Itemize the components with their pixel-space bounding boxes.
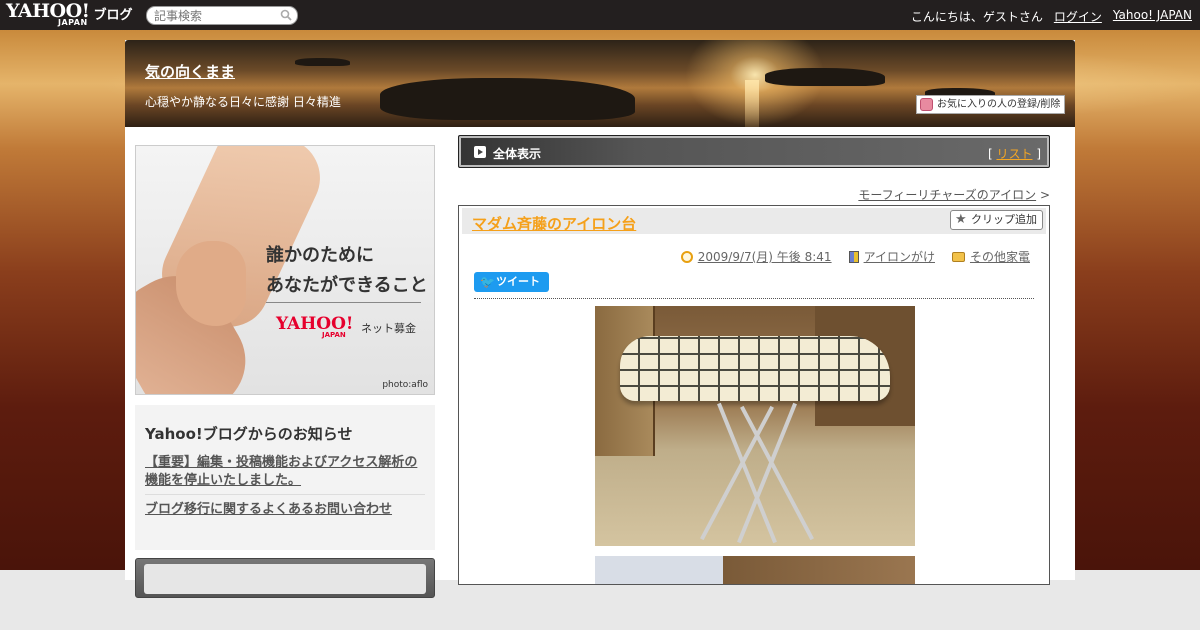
banner-photo-credit: photo:aflo bbox=[382, 380, 428, 390]
top-links: こんにちは、ゲストさん ログイン Yahoo! JAPAN bbox=[911, 8, 1192, 25]
article-divider bbox=[474, 298, 1034, 299]
logo-japan-text: JAPAN bbox=[58, 18, 88, 27]
all-view-label[interactable]: 全体表示 bbox=[493, 145, 541, 162]
article: マダム斉藤のアイロン台 ★ クリップ追加 2009/9/7(月) 午後 8:41… bbox=[458, 205, 1050, 585]
favorite-button-label: お気に入りの人の登録/削除 bbox=[937, 99, 1061, 110]
article-meta: 2009/9/7(月) 午後 8:41 アイロンがけ その他家電 bbox=[680, 248, 1030, 265]
banner-service-name: ネット募金 bbox=[361, 322, 416, 335]
top-bar: YAHOO! JAPAN ブログ こんにちは、ゲストさん ログイン Yahoo!… bbox=[0, 0, 1200, 30]
yahoo-blog-logo[interactable]: YAHOO! JAPAN ブログ bbox=[6, 2, 133, 28]
blog-header: 気の向くまま 心穏やか静なる日々に感謝 日々精進 お気に入りの人の登録/削除 bbox=[125, 40, 1075, 127]
tweet-button[interactable]: 🐦 ツイート bbox=[474, 272, 549, 292]
article-folder-link[interactable]: その他家電 bbox=[970, 248, 1030, 265]
photo-ironing-board bbox=[620, 336, 890, 401]
twitter-bird-icon: 🐦 bbox=[480, 275, 495, 289]
star-icon: ★ bbox=[955, 212, 967, 227]
article-title-bar: マダム斉藤のアイロン台 ★ クリップ追加 bbox=[462, 208, 1046, 234]
blog-news-box: Yahoo!ブログからのお知らせ 【重要】編集・投稿機能およびアクセス解析の機能… bbox=[135, 405, 435, 550]
favorite-register-button[interactable]: お気に入りの人の登録/削除 bbox=[916, 95, 1066, 114]
all-view-bar: 全体表示 [ リスト ] bbox=[458, 135, 1050, 168]
news-divider bbox=[145, 494, 425, 495]
clip-add-button[interactable]: ★ クリップ追加 bbox=[950, 210, 1043, 230]
banner-yahoo-japan: JAPAN bbox=[322, 331, 346, 339]
net-donation-banner[interactable]: 誰かのために あなたができること YAHOO! JAPAN ネット募金 phot… bbox=[135, 145, 435, 395]
tweet-label: ツイート bbox=[496, 275, 540, 288]
greeting-text: こんにちは、ゲストさん bbox=[910, 10, 1043, 24]
header-ice-floe bbox=[765, 68, 885, 86]
article-date-link[interactable]: 2009/9/7(月) 午後 8:41 bbox=[698, 248, 832, 265]
book-icon bbox=[848, 250, 859, 263]
search-input[interactable] bbox=[147, 7, 272, 24]
list-bracket-close: ] bbox=[1036, 147, 1041, 161]
article-search-box bbox=[146, 6, 298, 25]
sidebar-module bbox=[135, 558, 435, 598]
news-heading: Yahoo!ブログからのお知らせ bbox=[145, 425, 353, 443]
banner-handshake-illustration bbox=[176, 241, 246, 326]
arrow-right-icon bbox=[474, 146, 486, 158]
previous-article-link[interactable]: モーフィーリチャーズのアイロン bbox=[858, 188, 1036, 202]
banner-divider bbox=[266, 302, 421, 303]
previous-arrow: > bbox=[1039, 188, 1050, 202]
heart-icon bbox=[920, 98, 933, 111]
folder-icon bbox=[951, 251, 965, 262]
clip-button-label: クリップ追加 bbox=[971, 213, 1037, 226]
yahoo-japan-link[interactable]: Yahoo! JAPAN bbox=[1113, 8, 1192, 25]
article-title[interactable]: マダム斉藤のアイロン台 bbox=[472, 213, 636, 234]
logo-blog-text: ブログ bbox=[93, 8, 133, 23]
search-icon[interactable] bbox=[280, 9, 292, 21]
header-ice-floe bbox=[380, 78, 635, 120]
article-folder-item: その他家電 bbox=[951, 248, 1030, 265]
header-ice-floe bbox=[295, 58, 350, 66]
blog-title[interactable]: 気の向くまま bbox=[145, 61, 235, 82]
article-category-link[interactable]: アイロンがけ bbox=[864, 248, 935, 265]
banner-line-1: 誰かのために bbox=[266, 245, 374, 266]
news-item[interactable]: ブログ移行に関するよくあるお問い合わせ bbox=[145, 501, 425, 519]
header-sun-reflection bbox=[745, 80, 759, 127]
second-photo[interactable] bbox=[595, 556, 915, 584]
blog-frame: 気の向くまま 心穏やか静なる日々に感謝 日々精進 お気に入りの人の登録/削除 誰… bbox=[125, 40, 1075, 598]
previous-article-nav: モーフィーリチャーズのアイロン > bbox=[858, 186, 1050, 203]
blog-subtitle: 心穏やか静なる日々に感謝 日々精進 bbox=[145, 95, 341, 109]
article-date-item: 2009/9/7(月) 午後 8:41 bbox=[680, 248, 832, 265]
news-item[interactable]: 【重要】編集・投稿機能およびアクセス解析の機能を停止いたしました。 bbox=[145, 454, 425, 490]
list-link[interactable]: リスト bbox=[996, 147, 1032, 161]
login-link[interactable]: ログイン bbox=[1054, 8, 1102, 25]
article-category-item: アイロンがけ bbox=[848, 248, 935, 265]
photo-board-leg bbox=[740, 405, 814, 541]
ironing-board-photo[interactable] bbox=[595, 306, 915, 546]
clock-icon bbox=[680, 250, 693, 263]
list-link-group: [ リスト ] bbox=[988, 145, 1041, 162]
banner-line-2: あなたができること bbox=[266, 275, 428, 296]
list-bracket-open: [ bbox=[987, 147, 993, 161]
